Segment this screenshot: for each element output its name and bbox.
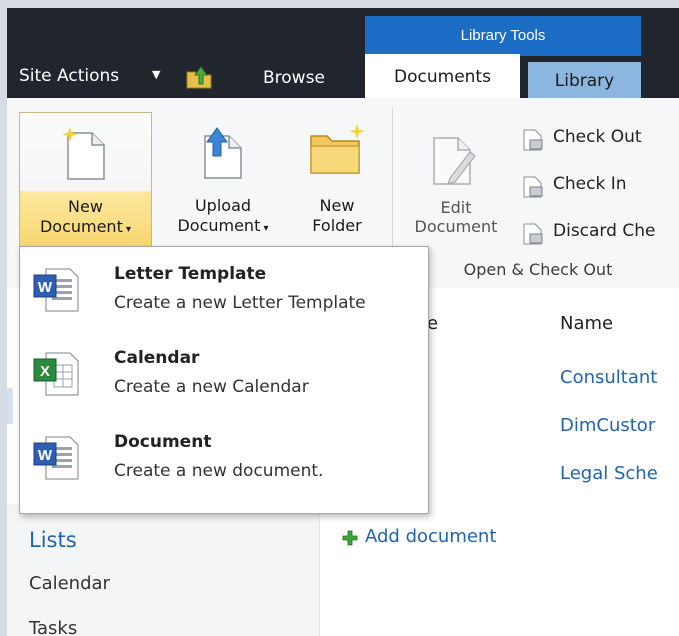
column-header-name[interactable]: Name — [560, 313, 613, 334]
quick-launch — [7, 504, 319, 636]
word-icon: W — [33, 436, 79, 480]
site-actions-caret-icon[interactable]: ▼ — [152, 68, 160, 81]
menu-item-title: Document — [114, 432, 212, 452]
menu-item-title: Calendar — [114, 348, 200, 368]
new-document-icon — [62, 127, 105, 180]
selection-marker — [7, 388, 13, 424]
excel-icon: X — [33, 352, 79, 396]
menu-item-description: Create a new Letter Template — [114, 293, 366, 313]
document-link[interactable]: Consultant — [560, 367, 657, 388]
tab-browse[interactable]: Browse — [263, 68, 325, 88]
new-folder-label-1: New — [319, 196, 355, 215]
check-out-icon — [523, 129, 543, 151]
check-in-icon — [523, 176, 543, 198]
site-actions-menu[interactable]: Site Actions — [19, 66, 119, 86]
tab-library[interactable]: Library — [528, 62, 641, 98]
nav-link-tasks[interactable]: Tasks — [29, 618, 77, 636]
edit-document-icon — [433, 137, 476, 185]
library-tools-label: Library Tools — [460, 27, 546, 44]
upload-document-button[interactable]: Upload Document ▾ — [157, 112, 289, 252]
document-link[interactable]: Legal Sche — [560, 463, 658, 484]
new-folder-label-2: Folder — [312, 216, 362, 235]
svg-text:W: W — [38, 447, 53, 464]
open-check-out-group-label: Open & Check Out — [463, 260, 613, 279]
svg-text:X: X — [40, 363, 50, 380]
library-tools-header: Library Tools — [365, 16, 641, 56]
word-icon: W — [33, 268, 79, 312]
edit-document-label-1: Edit — [440, 198, 472, 217]
new-folder-button[interactable]: New Folder — [297, 112, 377, 252]
upload-document-icon — [204, 127, 242, 179]
discard-check-out-icon — [523, 223, 543, 245]
menu-item-calendar[interactable]: X Calendar Create a new Calendar — [20, 339, 428, 421]
add-icon[interactable] — [342, 530, 358, 546]
menu-item-title: Letter Template — [114, 264, 267, 284]
tab-documents[interactable]: Documents — [365, 54, 520, 99]
nav-link-calendar[interactable]: Calendar — [29, 573, 110, 594]
new-document-label-1: New — [68, 197, 103, 216]
navigate-up-icon[interactable] — [184, 64, 214, 90]
menu-item-description: Create a new Calendar — [114, 377, 309, 397]
new-document-label-2: Document ▾ — [39, 217, 132, 236]
new-document-button[interactable]: New Document ▾ — [19, 112, 152, 252]
check-in-button[interactable]: Check In — [553, 174, 627, 194]
new-folder-icon — [310, 124, 365, 174]
new-document-menu: W Letter Template Create a new Letter Te… — [19, 246, 429, 514]
edit-document-label-2: Document — [414, 217, 498, 236]
check-out-button[interactable]: Check Out — [553, 127, 642, 147]
edit-document-button[interactable]: Edit Document — [400, 112, 512, 252]
menu-item-letter-template[interactable]: W Letter Template Create a new Letter Te… — [20, 255, 428, 337]
sharepoint-window: Library Tools Site Actions ▼ Browse Docu… — [7, 8, 679, 636]
menu-item-description: Create a new document. — [114, 461, 324, 481]
document-link[interactable]: DimCustor — [560, 415, 655, 436]
menu-item-document[interactable]: W Document Create a new document. — [20, 423, 428, 505]
lists-heading[interactable]: Lists — [29, 528, 77, 552]
upload-document-label-2: Document ▾ — [177, 216, 269, 235]
svg-text:W: W — [38, 279, 53, 296]
discard-check-out-button[interactable]: Discard Che — [553, 221, 655, 241]
upload-document-label-1: Upload — [194, 196, 252, 215]
add-document-link[interactable]: Add document — [365, 526, 496, 547]
